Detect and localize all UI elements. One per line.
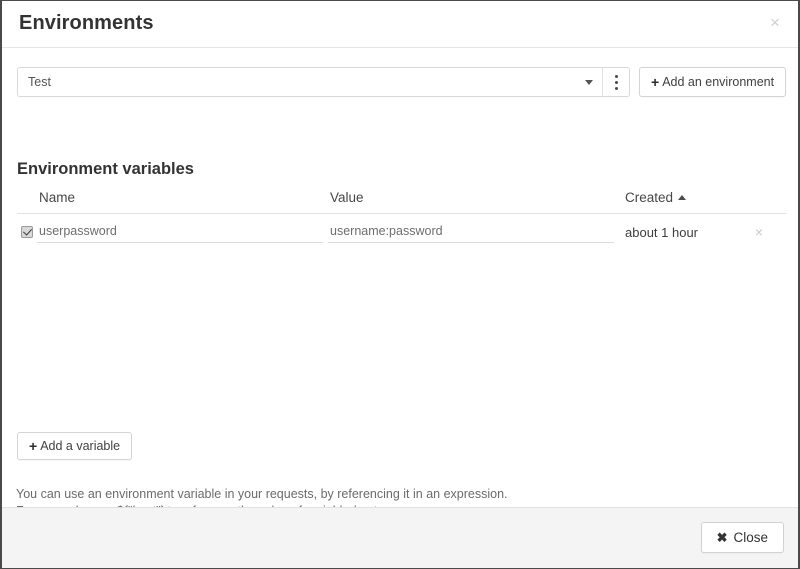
environments-dialog: Environments × Test + Add an environment [0, 0, 800, 569]
delete-variable-icon[interactable]: × [750, 224, 768, 242]
dialog-body: Test + Add an environment Environment va… [2, 48, 798, 535]
environment-select-value: Test [28, 75, 51, 89]
sort-ascending-icon [678, 195, 687, 200]
table-header-row: Name Value Created [17, 190, 787, 214]
environment-select[interactable]: Test [18, 68, 602, 96]
column-header-value[interactable]: Value [330, 190, 364, 205]
plus-icon: + [651, 74, 660, 90]
plus-icon: + [29, 438, 38, 454]
page-title: Environments [19, 12, 154, 34]
row-enabled-checkbox[interactable] [21, 226, 33, 238]
column-header-created-label: Created [625, 190, 674, 205]
column-header-name[interactable]: Name [39, 190, 75, 205]
dialog-footer: ✖ Close [2, 507, 798, 568]
add-variable-button[interactable]: + Add a variable [17, 432, 133, 460]
help-line-1: You can use an environment variable in y… [16, 487, 508, 501]
variables-table: Name Value Created about 1 hour × [17, 190, 787, 250]
add-variable-label: Add a variable [40, 439, 121, 453]
chevron-down-icon [585, 80, 593, 85]
column-header-created[interactable]: Created [625, 190, 687, 205]
add-environment-label: Add an environment [662, 75, 775, 89]
close-icon[interactable]: × [764, 13, 786, 35]
environment-select-group: Test [17, 67, 630, 97]
environment-selector-row: Test + Add an environment [17, 67, 787, 97]
add-environment-button[interactable]: + Add an environment [639, 67, 787, 97]
close-button-label: Close [733, 530, 768, 545]
environment-options-menu-button[interactable] [602, 68, 629, 96]
environment-variables-heading: Environment variables [17, 160, 194, 178]
close-button[interactable]: ✖ Close [700, 522, 784, 553]
variable-name-input[interactable] [37, 221, 323, 243]
variable-value-input[interactable] [328, 221, 614, 243]
dialog-header: Environments × [2, 1, 798, 48]
more-vertical-icon-dot [614, 74, 618, 78]
close-icon: ✖ [716, 530, 728, 545]
variable-created-text: about 1 hour [625, 225, 699, 240]
more-vertical-icon-dot [614, 86, 618, 90]
table-row: about 1 hour × [17, 214, 787, 250]
more-vertical-icon-dot [614, 80, 618, 84]
